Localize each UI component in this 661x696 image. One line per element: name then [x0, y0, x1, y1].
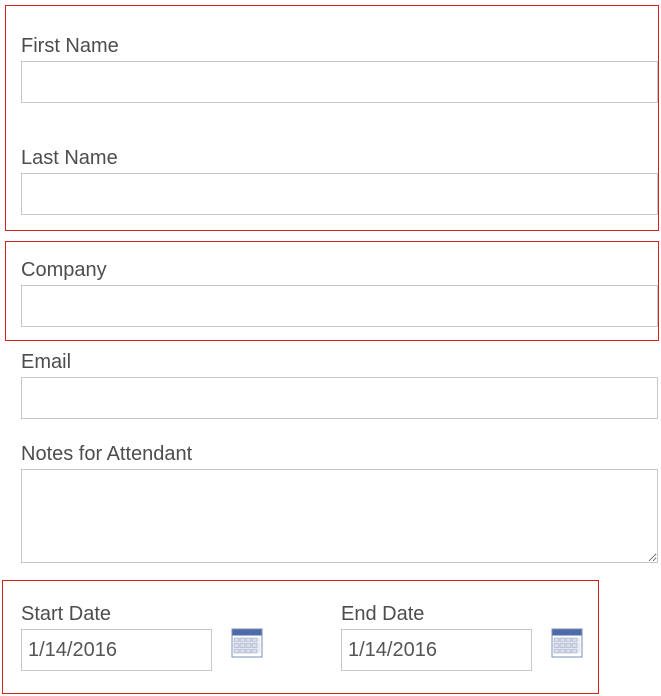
email-label: Email — [21, 351, 72, 373]
email-input[interactable] — [21, 377, 658, 419]
company-label: Company — [21, 259, 107, 281]
calendar-icon[interactable] — [551, 628, 583, 658]
start-date-input[interactable] — [21, 629, 212, 671]
start-date-label: Start Date — [21, 603, 112, 625]
first-name-label: First Name — [21, 35, 119, 57]
calendar-icon[interactable] — [231, 628, 263, 658]
end-date-label: End Date — [341, 603, 425, 625]
notes-label: Notes for Attendant — [21, 443, 193, 465]
notes-textarea[interactable] — [21, 469, 658, 563]
first-name-input[interactable] — [21, 61, 658, 103]
last-name-label: Last Name — [21, 147, 118, 169]
company-input[interactable] — [21, 285, 658, 327]
last-name-input[interactable] — [21, 173, 658, 215]
end-date-input[interactable] — [341, 629, 532, 671]
